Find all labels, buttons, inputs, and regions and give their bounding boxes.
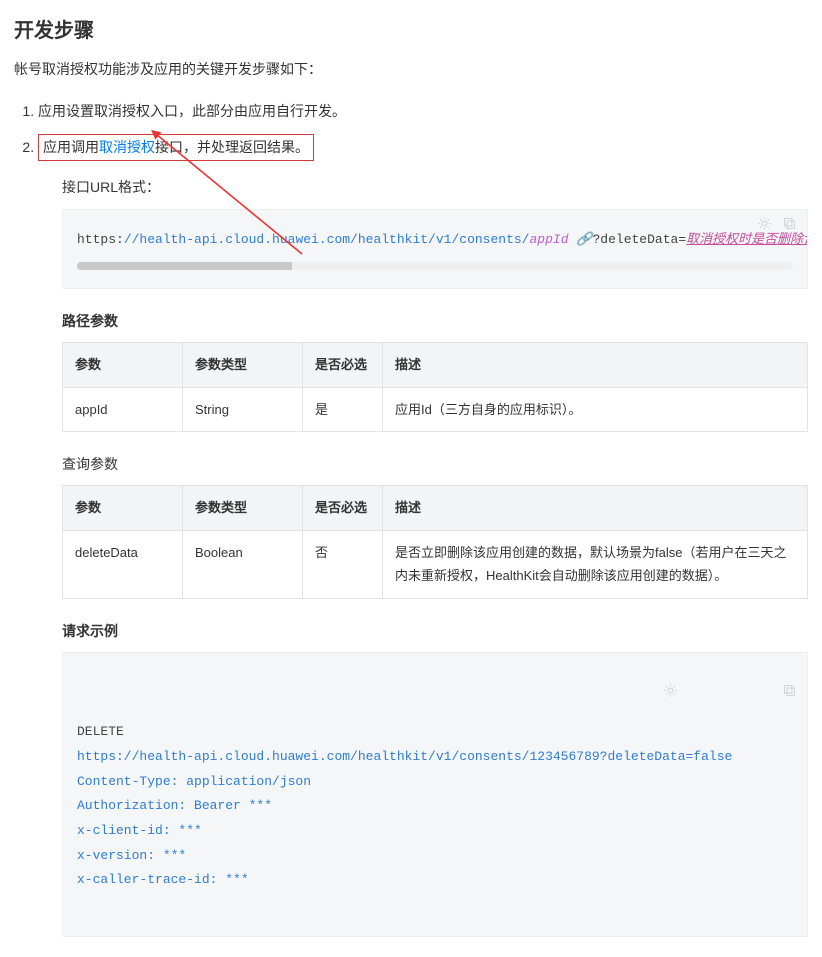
step-2-pre: 应用调用 (43, 139, 99, 155)
th-param: 参数 (63, 486, 183, 530)
table-header-row: 参数 参数类型 是否必选 描述 (63, 486, 808, 530)
table-header-row: 参数 参数类型 是否必选 描述 (63, 343, 808, 387)
table-row: deleteData Boolean 否 是否立即删除该应用创建的数据，默认场景… (63, 530, 808, 598)
th-desc: 描述 (383, 343, 808, 387)
th-desc: 描述 (383, 486, 808, 530)
copy-icon[interactable] (782, 216, 797, 239)
step-1: 应用设置取消授权入口，此部分由应用自行开发。 (38, 99, 808, 124)
url-param-appid: appId 🔗 (529, 232, 592, 247)
th-type: 参数类型 (183, 486, 303, 530)
url-code-block: https://health-api.cloud.huawei.com/heal… (62, 209, 808, 290)
th-param: 参数 (63, 343, 183, 387)
step-2-highlight: 应用调用取消授权接口，并处理返回结果。 (38, 134, 314, 161)
cell-type: Boolean (183, 530, 303, 598)
code-toolbar (570, 659, 797, 733)
query-params-table: 参数 参数类型 是否必选 描述 deleteData Boolean 否 是否立… (62, 485, 808, 598)
url-format-label: 接口URL格式： (62, 175, 808, 200)
query-params-title: 查询参数 (62, 452, 808, 477)
th-required: 是否必选 (303, 343, 383, 387)
req-h4: x-version: *** (77, 848, 186, 863)
copy-icon[interactable] (688, 659, 797, 733)
cell-desc: 应用Id（三方自身的应用标识）。 (383, 387, 808, 431)
code-toolbar (757, 216, 797, 239)
th-type: 参数类型 (183, 343, 303, 387)
table-row: appId String 是 应用Id（三方自身的应用标识）。 (63, 387, 808, 431)
req-h3: x-client-id: *** (77, 823, 202, 838)
req-h1: Content-Type: application/json (77, 774, 311, 789)
step-2: 应用调用取消授权接口，并处理返回结果。 接口URL格式： https://hea… (38, 134, 808, 936)
cell-desc: 是否立即删除该应用创建的数据，默认场景为false（若用户在三天之内未重新授权，… (383, 530, 808, 598)
th-required: 是否必选 (303, 486, 383, 530)
cell-type: String (183, 387, 303, 431)
path-params-title: 路径参数 (62, 309, 808, 334)
req-h2: Authorization: Bearer *** (77, 798, 272, 813)
req-url: https://health-api.cloud.huawei.com/heal… (77, 749, 732, 764)
url-query: ?deleteData= (593, 232, 687, 247)
req-method: DELETE (77, 724, 124, 739)
path-params-table: 参数 参数类型 是否必选 描述 appId String 是 应用Id（三方自身… (62, 342, 808, 432)
steps-list: 应用设置取消授权入口，此部分由应用自行开发。 应用调用取消授权接口，并处理返回结… (14, 99, 808, 937)
url-rest: //health-api.cloud.huawei.com/healthkit/… (124, 232, 530, 247)
theme-icon[interactable] (757, 216, 772, 239)
cancel-auth-link[interactable]: 取消授权 (99, 139, 155, 155)
request-example-block: DELETE https://health-api.cloud.huawei.c… (62, 652, 808, 937)
link-icon: 🔗 (576, 232, 592, 247)
intro-text: 帐号取消授权功能涉及应用的关键开发步骤如下： (14, 59, 808, 79)
request-example-title: 请求示例 (62, 619, 808, 644)
page-heading: 开发步骤 (14, 14, 808, 43)
req-h5: x-caller-trace-id: *** (77, 872, 249, 887)
horizontal-scrollbar[interactable] (77, 262, 793, 270)
theme-icon[interactable] (570, 659, 679, 733)
cell-req: 否 (303, 530, 383, 598)
step-2-post: 接口，并处理返回结果。 (155, 139, 309, 155)
cell-param: appId (63, 387, 183, 431)
url-scheme: https: (77, 232, 124, 247)
cell-req: 是 (303, 387, 383, 431)
url-code-line: https://health-api.cloud.huawei.com/heal… (77, 228, 793, 253)
step-2-content: 接口URL格式： https://health-api.cloud.huawei… (62, 175, 808, 936)
cell-param: deleteData (63, 530, 183, 598)
